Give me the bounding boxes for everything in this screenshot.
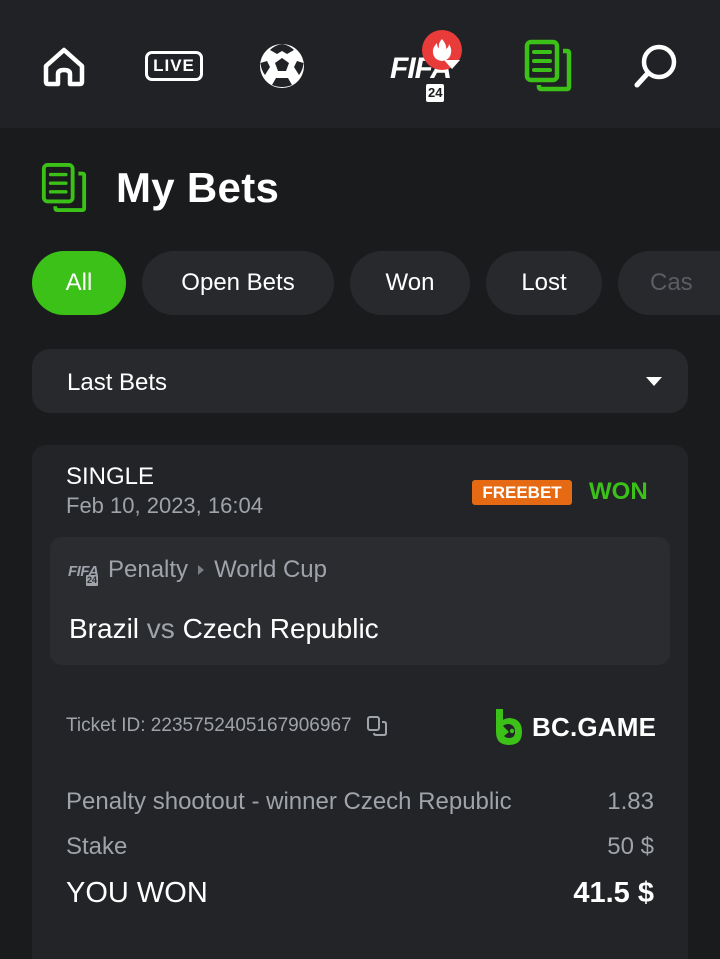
chevron-right-icon xyxy=(198,565,205,575)
page-title: My Bets xyxy=(116,164,280,211)
live-button[interactable]: LIVE xyxy=(138,22,210,110)
bet-card[interactable]: SINGLE Feb 10, 2023, 16:04 FREEBET WON F… xyxy=(32,445,688,959)
bet-type: SINGLE xyxy=(66,463,155,490)
ticket-id: Ticket ID: 2235752405167906967 xyxy=(66,715,352,736)
soccer-button[interactable] xyxy=(246,22,318,110)
filter-all[interactable]: All xyxy=(32,251,126,315)
filter-lost[interactable]: Lost xyxy=(486,251,602,315)
pick-row: Penalty shootout - winner Czech Republic… xyxy=(66,788,654,816)
bets-icon xyxy=(41,163,87,212)
my-bets-nav-button[interactable] xyxy=(512,22,584,110)
result-value: 41.5 $ xyxy=(573,877,654,909)
filter-cashout[interactable]: Cas xyxy=(618,251,720,315)
pick-label: Penalty shootout - winner Czech Republic xyxy=(66,788,512,815)
event-sport: Penalty xyxy=(108,556,189,583)
result-label: YOU WON xyxy=(66,877,208,909)
live-label: LIVE xyxy=(153,56,195,75)
live-icon: LIVE xyxy=(145,51,203,81)
event-league: World Cup xyxy=(214,556,327,583)
period-dropdown[interactable]: Last Bets xyxy=(32,349,688,413)
soccer-ball-icon xyxy=(260,44,304,88)
bet-date: Feb 10, 2023, 16:04 xyxy=(66,493,263,518)
stake-label: Stake xyxy=(66,833,128,860)
stake-value: 50 $ xyxy=(607,833,654,860)
ticket-id-row: Ticket ID: 2235752405167906967 xyxy=(66,715,388,737)
event-box[interactable]: FIFA 24 Penalty World Cup Brazil vs Czec… xyxy=(50,537,670,665)
brand-logo: BC.GAME xyxy=(492,707,656,747)
dropdown-value: Last Bets xyxy=(67,369,168,396)
pick-odds: 1.83 xyxy=(607,788,654,815)
fifa-menu-button[interactable]: FIFA 24 xyxy=(348,22,478,110)
filter-won[interactable]: Won xyxy=(350,251,470,315)
search-button[interactable] xyxy=(620,22,692,110)
versus-label: vs xyxy=(146,613,175,644)
fifa-year: 24 xyxy=(426,84,445,102)
home-button[interactable] xyxy=(28,22,100,110)
filter-open-bets[interactable]: Open Bets xyxy=(142,251,334,315)
chevron-down-icon xyxy=(646,377,662,386)
team-away: Czech Republic xyxy=(182,613,379,644)
freebet-badge: FREEBET xyxy=(472,480,572,505)
bets-icon xyxy=(524,39,572,92)
filter-tabs: All Open Bets Won Lost Cas xyxy=(32,251,720,315)
chevron-down-icon xyxy=(444,60,460,69)
brand-name: BC.GAME xyxy=(532,711,657,742)
stake-row: Stake 50 $ xyxy=(66,833,654,861)
team-home: Brazil xyxy=(69,613,140,644)
fifa-icon: FIFA 24 xyxy=(68,561,100,587)
page-header: My Bets xyxy=(40,160,279,216)
fifa-icon: FIFA 24 xyxy=(380,30,462,102)
copy-icon[interactable] xyxy=(366,715,388,737)
event-fifa-year: 24 xyxy=(86,575,99,586)
top-nav: LIVE FIFA 24 xyxy=(0,0,720,128)
event-breadcrumb: Penalty World Cup xyxy=(108,556,327,584)
result-row: YOU WON 41.5 $ xyxy=(66,877,654,910)
bcgame-logo-icon xyxy=(496,709,522,745)
home-icon xyxy=(43,47,85,87)
bet-status: WON xyxy=(589,478,648,505)
event-teams: Brazil vs Czech Republic xyxy=(69,613,379,645)
search-icon xyxy=(634,44,677,88)
